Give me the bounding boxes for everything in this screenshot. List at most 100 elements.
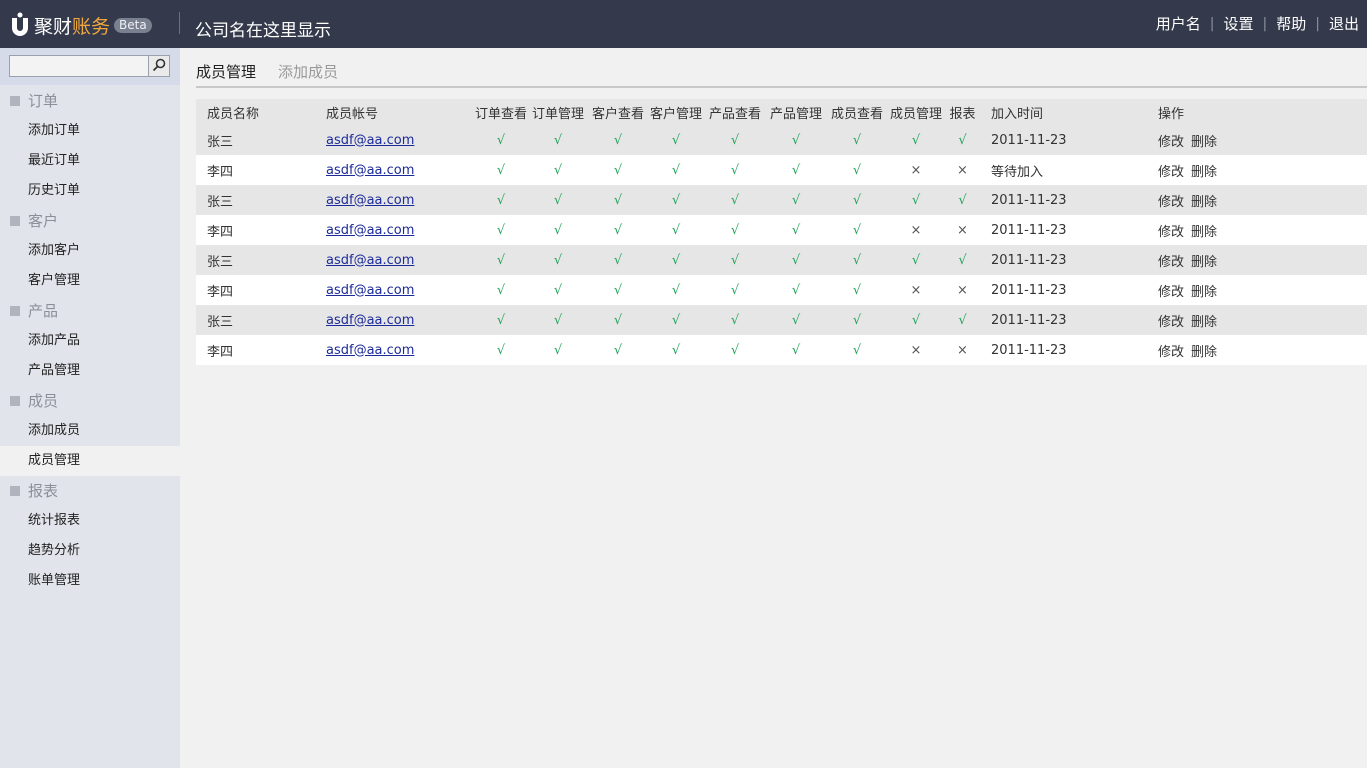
nav-group-customers[interactable]: 客户	[0, 206, 180, 236]
check-mark: √	[671, 312, 681, 328]
search-icon	[152, 57, 166, 76]
member-name-cell: 张三	[196, 185, 326, 215]
sidebar-item-member-management[interactable]: 成员管理	[0, 446, 180, 476]
member-account-link[interactable]: asdf@aa.com	[326, 193, 414, 208]
check-mark: √	[791, 132, 801, 148]
permission-cell: ×	[888, 215, 944, 245]
sidebar-item-trend-analysis[interactable]: 趋势分析	[0, 536, 180, 566]
delete-button[interactable]: 删除	[1191, 285, 1217, 300]
permission-cell: √	[826, 125, 888, 155]
member-account-link[interactable]: asdf@aa.com	[326, 253, 414, 268]
help-link[interactable]: 帮助	[1276, 13, 1306, 34]
table-row: 张三 asdf@aa.com √ √ √ √ √ √ √ √ √ 2011-11-23 修改 删除	[196, 245, 1367, 275]
join-time-cell: 2011-11-23	[981, 305, 1146, 335]
delete-button[interactable]: 删除	[1191, 135, 1217, 150]
delete-button[interactable]: 删除	[1191, 255, 1217, 270]
logo-text-b: 账务	[72, 15, 111, 38]
username-link[interactable]: 用户名	[1156, 13, 1201, 34]
cross-mark: ×	[910, 222, 922, 238]
check-mark: √	[852, 342, 862, 358]
permission-cell: √	[826, 185, 888, 215]
permission-cell: √	[648, 305, 704, 335]
sidebar-item-history-orders[interactable]: 历史订单	[0, 176, 180, 206]
square-bullet-icon	[10, 96, 20, 106]
check-mark: √	[496, 162, 506, 178]
top-bar: 聚财 账务 Beta 公司名在这里显示 用户名 | 设置 | 帮助 | 退出	[0, 0, 1367, 48]
check-mark: √	[852, 222, 862, 238]
member-account-link[interactable]: asdf@aa.com	[326, 223, 414, 238]
check-mark: √	[671, 162, 681, 178]
nav-group-products[interactable]: 产品	[0, 296, 180, 326]
member-account-link[interactable]: asdf@aa.com	[326, 313, 414, 328]
tab-add-member[interactable]: 添加成员	[278, 61, 338, 82]
permission-cell: √	[648, 215, 704, 245]
delete-button[interactable]: 删除	[1191, 225, 1217, 240]
member-name-cell: 李四	[196, 275, 326, 305]
member-account-cell: asdf@aa.com	[326, 185, 474, 215]
sidebar-item-add-product[interactable]: 添加产品	[0, 326, 180, 356]
edit-button[interactable]: 修改	[1158, 285, 1184, 300]
permission-cell: √	[704, 215, 766, 245]
cross-mark: ×	[957, 282, 968, 298]
search-button[interactable]	[148, 55, 170, 77]
delete-button[interactable]: 删除	[1191, 165, 1217, 180]
edit-button[interactable]: 修改	[1158, 135, 1184, 150]
nav-group-members[interactable]: 成员	[0, 386, 180, 416]
sidebar-item-statistics-report[interactable]: 统计报表	[0, 506, 180, 536]
join-time-cell: 2011-11-23	[981, 215, 1146, 245]
nav-separator: |	[1209, 15, 1215, 32]
tab-member-management[interactable]: 成员管理	[196, 61, 256, 82]
member-account-link[interactable]: asdf@aa.com	[326, 283, 414, 298]
delete-button[interactable]: 删除	[1191, 345, 1217, 360]
permission-cell: ×	[944, 215, 981, 245]
check-mark: √	[958, 252, 967, 268]
table-row: 张三 asdf@aa.com √ √ √ √ √ √ √ √ √ 2011-11-23 修改 删除	[196, 185, 1367, 215]
sidebar-item-bill-management[interactable]: 账单管理	[0, 566, 180, 596]
app-logo[interactable]: 聚财 账务 Beta	[9, 11, 152, 39]
nav-group-reports[interactable]: 报表	[0, 476, 180, 506]
edit-button[interactable]: 修改	[1158, 225, 1184, 240]
sidebar-item-add-member[interactable]: 添加成员	[0, 416, 180, 446]
member-account-cell: asdf@aa.com	[326, 245, 474, 275]
edit-button[interactable]: 修改	[1158, 345, 1184, 360]
cross-mark: ×	[957, 162, 968, 178]
edit-button[interactable]: 修改	[1158, 315, 1184, 330]
permission-cell: √	[704, 185, 766, 215]
sidebar-search	[0, 48, 180, 85]
nav-group-orders[interactable]: 订单	[0, 86, 180, 116]
sidebar-item-add-order[interactable]: 添加订单	[0, 116, 180, 146]
member-account-link[interactable]: asdf@aa.com	[326, 343, 414, 358]
member-account-cell: asdf@aa.com	[326, 125, 474, 155]
actions-cell: 修改 删除	[1146, 245, 1367, 275]
settings-link[interactable]: 设置	[1224, 13, 1254, 34]
check-mark: √	[613, 312, 623, 328]
permission-cell: √	[588, 275, 648, 305]
beta-badge: Beta	[114, 17, 152, 33]
sidebar-item-customer-management[interactable]: 客户管理	[0, 266, 180, 296]
check-mark: √	[730, 252, 740, 268]
edit-button[interactable]: 修改	[1158, 255, 1184, 270]
permission-cell: √	[588, 155, 648, 185]
permission-cell: ×	[944, 275, 981, 305]
search-input[interactable]	[9, 55, 152, 77]
sidebar-item-product-management[interactable]: 产品管理	[0, 356, 180, 386]
sidebar-item-recent-orders[interactable]: 最近订单	[0, 146, 180, 176]
permission-cell: ×	[888, 335, 944, 365]
permission-cell: ×	[944, 155, 981, 185]
logout-link[interactable]: 退出	[1329, 13, 1359, 34]
check-mark: √	[791, 252, 801, 268]
permission-cell: √	[588, 305, 648, 335]
member-account-link[interactable]: asdf@aa.com	[326, 133, 414, 148]
edit-button[interactable]: 修改	[1158, 165, 1184, 180]
delete-button[interactable]: 删除	[1191, 315, 1217, 330]
permission-cell: √	[588, 215, 648, 245]
check-mark: √	[671, 252, 681, 268]
delete-button[interactable]: 删除	[1191, 195, 1217, 210]
edit-button[interactable]: 修改	[1158, 195, 1184, 210]
permission-cell: √	[944, 185, 981, 215]
column-header: 成员管理	[888, 99, 944, 125]
cross-mark: ×	[910, 342, 922, 358]
member-account-link[interactable]: asdf@aa.com	[326, 163, 414, 178]
sidebar-item-add-customer[interactable]: 添加客户	[0, 236, 180, 266]
check-mark: √	[553, 312, 563, 328]
